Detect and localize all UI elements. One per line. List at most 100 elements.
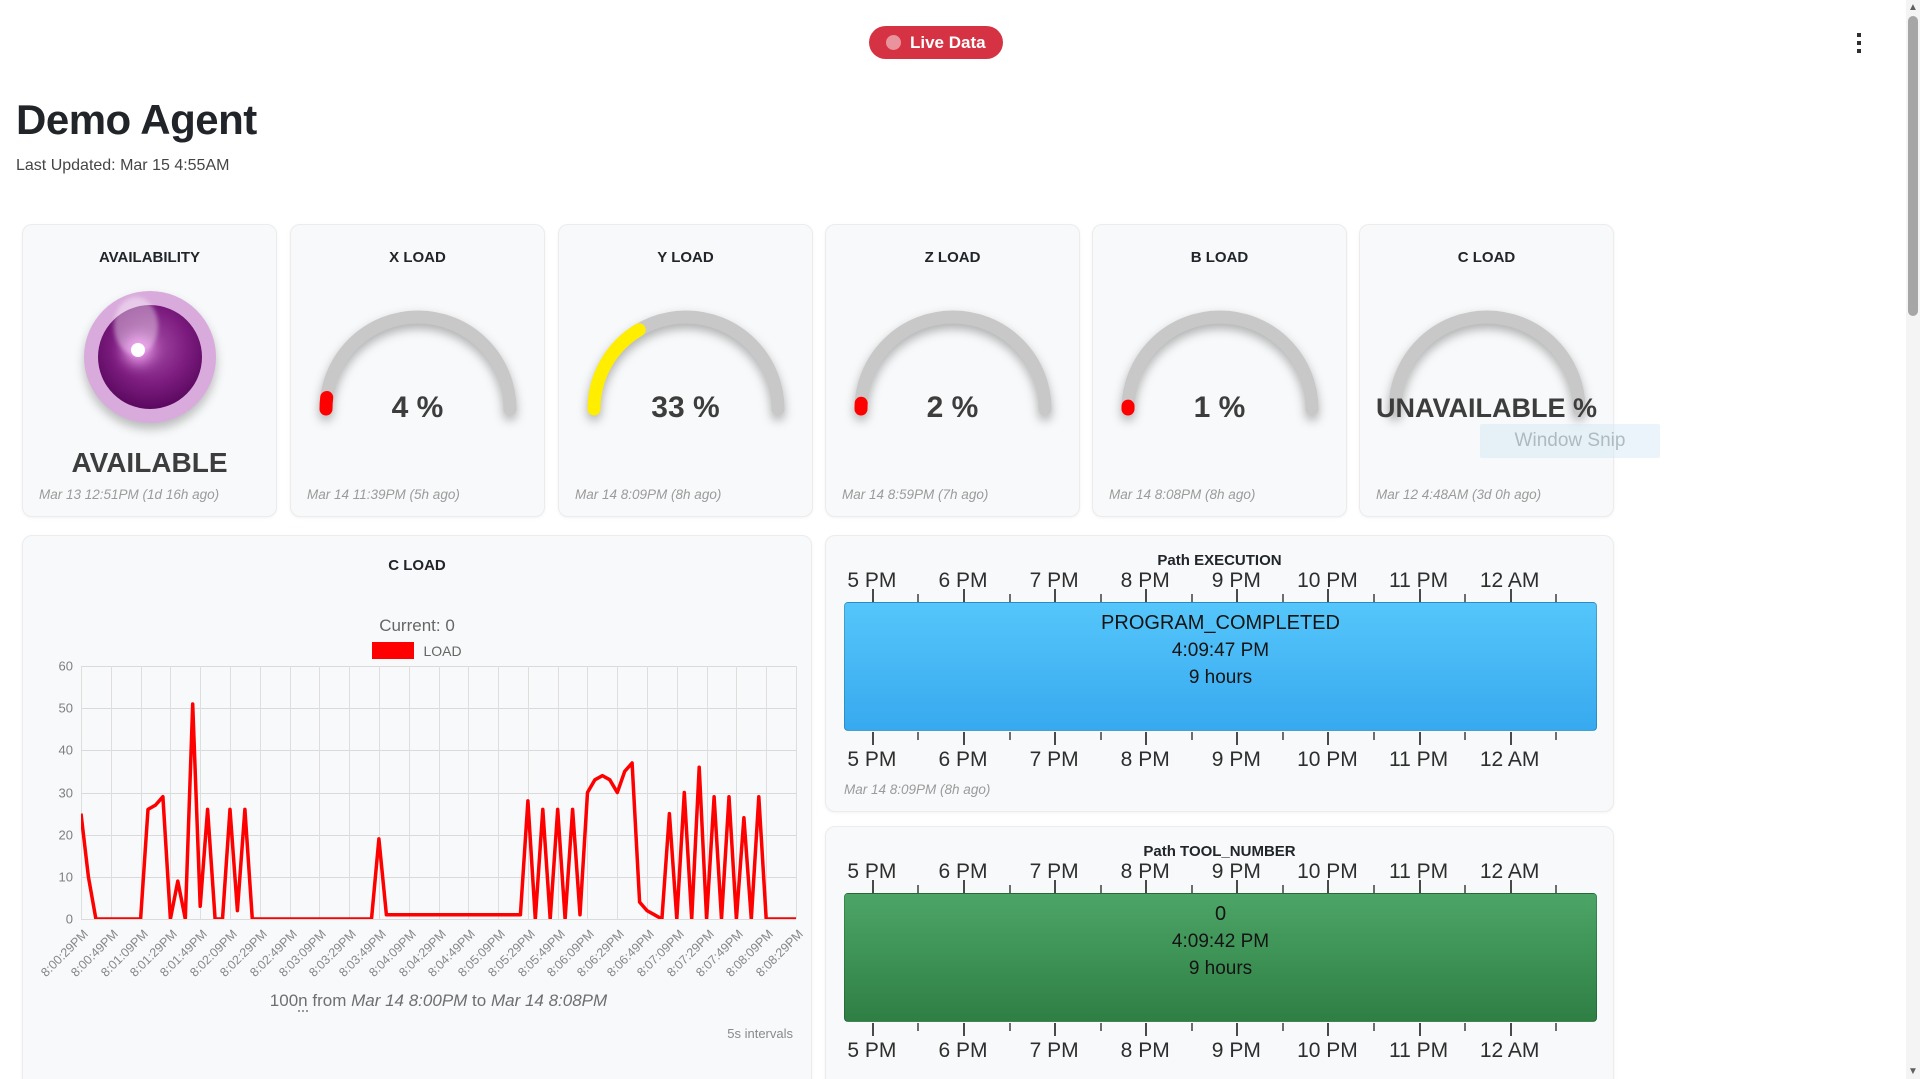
dashboard-page: Live Data Demo Agent Last Updated: Mar 1… <box>0 0 1920 1079</box>
major-tick <box>872 1023 874 1036</box>
minor-tick <box>1191 732 1193 740</box>
y-tick-label: 60 <box>59 659 73 674</box>
gauge-title: AVAILABILITY <box>23 249 276 266</box>
c-load-chart-card: C LOAD Current: 0 LOAD 01020304050608:00… <box>22 535 812 1079</box>
major-tick <box>1510 589 1512 602</box>
minor-tick <box>1009 885 1011 893</box>
scrollbar-thumb[interactable] <box>1908 16 1918 316</box>
major-tick <box>1327 1023 1329 1036</box>
major-tick <box>872 589 874 602</box>
gauge-card-c-load: C LOAD UNAVAILABLE % Mar 12 4:48AM (3d 0… <box>1359 224 1614 517</box>
timeline-bar-execution[interactable]: PROGRAM_COMPLETED 4:09:47 PM 9 hours <box>844 602 1597 731</box>
minor-tick <box>1373 594 1375 602</box>
major-tick <box>1236 1023 1238 1036</box>
timeline-bar-duration: 9 hours <box>845 664 1596 691</box>
gauge-card-x-load: X LOAD 4 % Mar 14 11:39PM (5h ago) <box>290 224 545 517</box>
minor-tick <box>1555 1023 1557 1031</box>
major-tick <box>1236 880 1238 893</box>
vertical-scrollbar[interactable]: ▲ ▼ <box>1906 0 1920 1079</box>
caption-to: to <box>467 991 491 1010</box>
hour-label: 12 AM <box>1480 1039 1540 1063</box>
major-tick <box>1327 589 1329 602</box>
gauge-title: B LOAD <box>1093 249 1346 266</box>
chart-legend[interactable]: LOAD <box>23 642 811 659</box>
load-series-line <box>81 666 796 919</box>
major-tick <box>1054 880 1056 893</box>
major-tick <box>1510 880 1512 893</box>
timeline-axis-bottom: 5 PM6 PM7 PM8 PM9 PM10 PM11 PM12 AM <box>844 1039 1597 1065</box>
minor-tick <box>1373 1023 1375 1031</box>
timeline-ticks-bottom <box>844 1023 1597 1036</box>
timeline-card-execution: Path EXECUTION 5 PM6 PM7 PM8 PM9 PM10 PM… <box>825 535 1614 812</box>
minor-tick <box>1555 732 1557 740</box>
timeline-bar-start-time: 4:09:47 PM <box>845 637 1596 664</box>
minor-tick <box>1282 885 1284 893</box>
minor-tick <box>917 732 919 740</box>
major-tick <box>872 880 874 893</box>
minor-tick <box>917 1023 919 1031</box>
minor-tick <box>1282 732 1284 740</box>
y-tick-label: 10 <box>59 869 73 884</box>
chart-caption: 100n from Mar 14 8:00PM to Mar 14 8:08PM <box>81 991 796 1011</box>
h-gridline <box>81 919 796 920</box>
major-tick <box>1145 880 1147 893</box>
legend-label: LOAD <box>423 643 461 659</box>
major-tick <box>1145 589 1147 602</box>
caption-unit: n <box>298 991 307 1012</box>
minor-tick <box>1191 1023 1193 1031</box>
major-tick <box>963 1023 965 1036</box>
timeline-axis-bottom: 5 PM6 PM7 PM8 PM9 PM10 PM11 PM12 AM <box>844 748 1597 774</box>
minor-tick <box>1009 732 1011 740</box>
scrollbar-down-icon[interactable]: ▼ <box>1906 1066 1920 1077</box>
chart-interval-note: 5s intervals <box>727 1026 793 1041</box>
y-tick-label: 40 <box>59 743 73 758</box>
major-tick <box>1145 732 1147 745</box>
major-tick <box>1054 732 1056 745</box>
timeline-title: Path EXECUTION <box>826 552 1613 569</box>
availability-orb-icon <box>84 291 216 423</box>
minor-tick <box>1100 732 1102 740</box>
timeline-bar-status: PROGRAM_COMPLETED <box>845 610 1596 637</box>
caption-from: from <box>308 991 351 1010</box>
gauge-timestamp: Mar 14 8:09PM (8h ago) <box>575 487 721 502</box>
minor-tick <box>1282 594 1284 602</box>
hour-label: 6 PM <box>938 1039 987 1063</box>
hour-label: 5 PM <box>847 748 896 772</box>
gauge-value: UNAVAILABLE % <box>1376 393 1597 424</box>
major-tick <box>1327 880 1329 893</box>
major-tick <box>1054 1023 1056 1036</box>
last-updated-text: Last Updated: Mar 15 4:55AM <box>16 157 229 175</box>
timeline-ticks-bottom <box>844 732 1597 745</box>
gauge-title: C LOAD <box>1360 249 1613 266</box>
y-tick-label: 50 <box>59 701 73 716</box>
major-tick <box>1510 732 1512 745</box>
scrollbar-up-icon[interactable]: ▲ <box>1906 2 1920 13</box>
gauge-timestamp: Mar 12 4:48AM (3d 0h ago) <box>1376 487 1541 502</box>
major-tick <box>1419 1023 1421 1036</box>
caption-end-date: Mar 14 8:08PM <box>491 991 607 1010</box>
hour-label: 11 PM <box>1389 748 1448 772</box>
minor-tick <box>1282 1023 1284 1031</box>
kebab-menu-icon[interactable] <box>1851 31 1867 55</box>
major-tick <box>1419 880 1421 893</box>
minor-tick <box>1100 885 1102 893</box>
minor-tick <box>1464 732 1466 740</box>
major-tick <box>1236 732 1238 745</box>
gauge-value: 33 % <box>651 391 719 425</box>
minor-tick <box>1100 1023 1102 1031</box>
legend-swatch-icon <box>372 642 414 659</box>
line-chart-plot-area[interactable]: 01020304050608:00:29PM8:00:49PM8:01:09PM… <box>81 666 796 919</box>
gauge-card-availability: AVAILABILITY AVAILABLE Mar 13 12:51PM (1… <box>22 224 277 517</box>
hour-label: 11 PM <box>1389 1039 1448 1063</box>
major-tick <box>1145 1023 1147 1036</box>
y-tick-label: 0 <box>66 912 73 927</box>
page-title: Demo Agent <box>16 96 257 144</box>
gauge-timestamp: Mar 14 8:59PM (7h ago) <box>842 487 988 502</box>
timeline-bar-tool-number[interactable]: 0 4:09:42 PM 9 hours <box>844 893 1597 1022</box>
minor-tick <box>917 594 919 602</box>
minor-tick <box>1555 885 1557 893</box>
live-data-badge[interactable]: Live Data <box>869 26 1003 59</box>
major-tick <box>1419 732 1421 745</box>
v-gridline <box>796 666 797 919</box>
hour-label: 8 PM <box>1121 748 1170 772</box>
